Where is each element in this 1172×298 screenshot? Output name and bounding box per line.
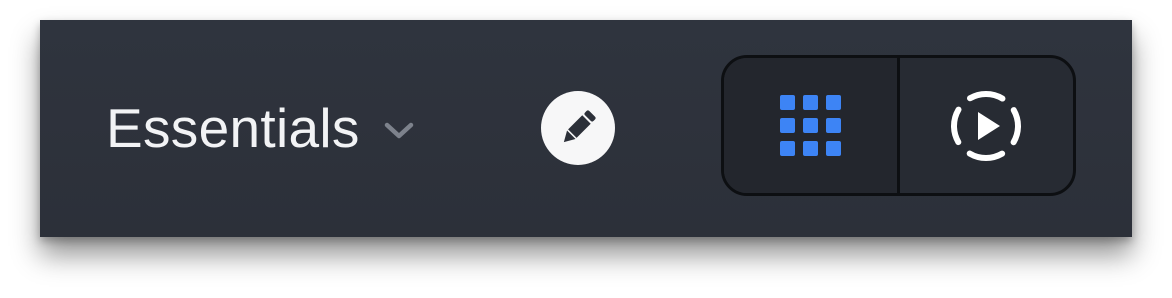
play-view-button[interactable] — [900, 58, 1073, 193]
chevron-down-icon — [382, 120, 416, 142]
grid-view-button[interactable] — [724, 58, 898, 193]
grid-icon — [779, 94, 842, 157]
workspace-selector[interactable]: Essentials — [106, 88, 416, 168]
toolbar: Essentials — [40, 20, 1132, 237]
view-mode-toggle — [721, 55, 1076, 196]
workspace-title: Essentials — [106, 96, 360, 159]
play-circle-icon — [946, 86, 1026, 166]
edit-button[interactable] — [541, 91, 615, 165]
pencil-icon — [556, 106, 600, 150]
